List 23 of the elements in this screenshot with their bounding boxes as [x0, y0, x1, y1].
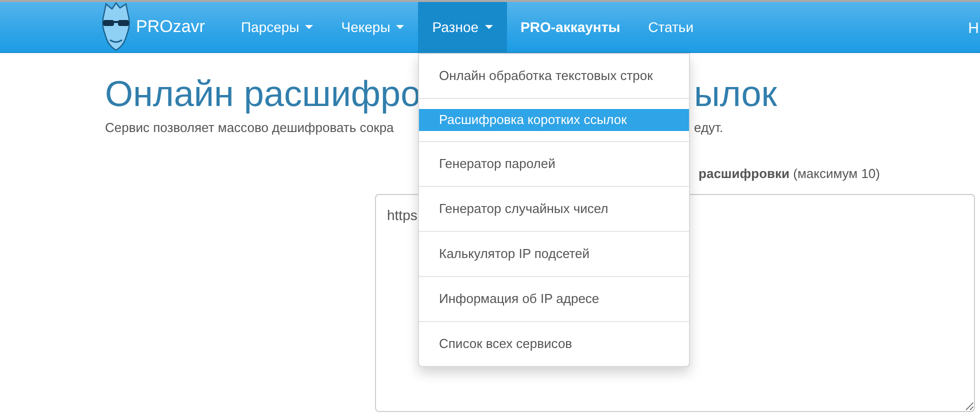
nav-link[interactable]: Н: [968, 18, 979, 40]
menu-item[interactable]: Информация об IP адресе: [419, 288, 689, 310]
logo-icon[interactable]: [100, 2, 132, 52]
nav-link[interactable]: Статьи: [634, 2, 708, 52]
field-label: расшифровки (максимум 10): [698, 166, 880, 180]
nav-link[interactable]: Чекеры: [327, 2, 418, 52]
page-title: Онлайн расшифро: [105, 73, 421, 115]
menu-item[interactable]: Генератор паролей: [419, 153, 689, 175]
subtitle-text: Сервис позволяет массово дешифровать сокра: [105, 119, 394, 137]
caret-icon: [396, 25, 404, 29]
menu-item[interactable]: Расшифровка коротких ссылок: [419, 109, 689, 131]
nav-link[interactable]: Разное: [418, 2, 507, 52]
nav-link[interactable]: PRO-аккаунты: [506, 2, 634, 52]
page-title: ылок: [694, 73, 778, 115]
caret-icon: [484, 25, 493, 29]
caret-icon: [305, 25, 314, 29]
menu-item[interactable]: Генератор случайных чисел: [419, 198, 689, 220]
subtitle-text: едут.: [694, 119, 724, 137]
menu-item[interactable]: Онлайн обработка текстовых строк: [419, 65, 689, 87]
menu-item[interactable]: Калькулятор IP подсетей: [419, 243, 689, 265]
nav-link[interactable]: Парсеры: [226, 2, 328, 52]
brand-name[interactable]: PROzavr: [136, 14, 227, 40]
menu-item[interactable]: Список всех сервисов: [419, 333, 689, 355]
